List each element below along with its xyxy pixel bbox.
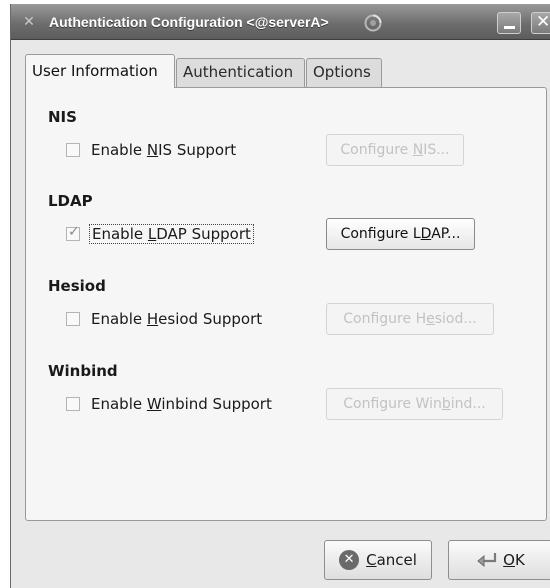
label-text: DAP Support (156, 225, 251, 243)
enable-hesiod-label: Enable Hesiod Support (89, 310, 264, 328)
enable-ldap-checkbox[interactable]: Enable LDAP Support (66, 223, 254, 245)
label-text: Enable (91, 310, 147, 328)
mnemonic: N (412, 142, 424, 158)
btn-text: IS... (423, 142, 450, 158)
mnemonic: b (441, 396, 451, 412)
tab-authentication[interactable]: Authentication (176, 58, 305, 87)
nis-heading: NIS (48, 108, 77, 126)
label-text: Enable (91, 141, 147, 159)
enable-hesiod-checkbox[interactable]: Enable Hesiod Support (66, 308, 264, 330)
window-title: Authentication Configuration <@serverA> (49, 14, 329, 30)
btn-text: K (514, 551, 525, 569)
checkbox-box[interactable] (66, 143, 80, 157)
winbind-heading: Winbind (48, 362, 118, 380)
tab-user-information[interactable]: User Information (25, 54, 175, 88)
mnemonic: D (420, 226, 432, 242)
ok-button[interactable]: OK (448, 540, 550, 580)
mnemonic: H (146, 310, 159, 328)
mnemonic: e (426, 311, 435, 327)
btn-text: AP... (431, 226, 461, 242)
ok-arrow-icon (477, 553, 497, 568)
ldap-heading: LDAP (48, 192, 93, 210)
hesiod-heading: Hesiod (48, 277, 106, 295)
cancel-button[interactable]: ✕ Cancel (324, 540, 432, 580)
mnemonic: N (146, 141, 159, 159)
btn-text: ancel (376, 551, 417, 569)
checkbox-box[interactable] (66, 397, 80, 411)
tab-options[interactable]: Options (306, 58, 382, 87)
configure-hesiod-button[interactable]: Configure Hesiod... (326, 303, 494, 335)
cancel-icon: ✕ (339, 550, 360, 570)
configure-winbind-button[interactable]: Configure Winbind... (326, 388, 503, 420)
label-text: esiod Support (158, 310, 263, 328)
btn-text: Configure H (343, 311, 427, 327)
mnemonic: W (146, 395, 162, 413)
close-button[interactable]: ✕ (531, 12, 550, 34)
tab-label: Authentication (183, 63, 294, 81)
configure-nis-button[interactable]: Configure NIS... (326, 134, 464, 166)
btn-text: siod... (434, 311, 477, 327)
enable-nis-checkbox[interactable]: Enable NIS Support (66, 139, 238, 161)
configure-ldap-button[interactable]: Configure LDAP... (326, 218, 475, 250)
mnemonic: C (366, 551, 377, 569)
enable-nis-label: Enable NIS Support (89, 141, 238, 159)
auth-config-window: ✕ Authentication Configuration <@serverA… (10, 4, 550, 588)
close-icon: ✕ (536, 12, 550, 32)
tab-label: User Information (32, 62, 158, 80)
tab-label: Options (313, 63, 371, 81)
label-text: Enable (91, 395, 147, 413)
enable-winbind-label: Enable Winbind Support (89, 395, 274, 413)
mnemonic: L (147, 225, 157, 243)
cancel-label: Cancel (366, 551, 417, 569)
enable-winbind-checkbox[interactable]: Enable Winbind Support (66, 393, 274, 415)
ok-label: OK (503, 551, 525, 569)
title-bar[interactable]: ✕ Authentication Configuration <@serverA… (11, 4, 550, 40)
busy-spinner-icon (364, 14, 382, 32)
btn-text: ind... (450, 396, 486, 412)
btn-text: Configure L (340, 226, 421, 242)
label-text: inbind Support (161, 395, 272, 413)
user-information-panel: NIS Enable NIS Support Configure NIS... … (25, 87, 547, 521)
checkbox-box[interactable] (66, 312, 80, 326)
mnemonic: O (503, 551, 515, 569)
window-menu-icon[interactable]: ✕ (20, 13, 38, 31)
btn-text: Configure (340, 142, 413, 158)
enable-ldap-label: Enable LDAP Support (89, 224, 254, 244)
checkbox-box[interactable] (66, 224, 80, 241)
label-text: IS Support (158, 141, 237, 159)
minimize-button[interactable] (497, 12, 521, 34)
btn-text: Configure Win (343, 396, 442, 412)
label-text: Enable (92, 225, 148, 243)
